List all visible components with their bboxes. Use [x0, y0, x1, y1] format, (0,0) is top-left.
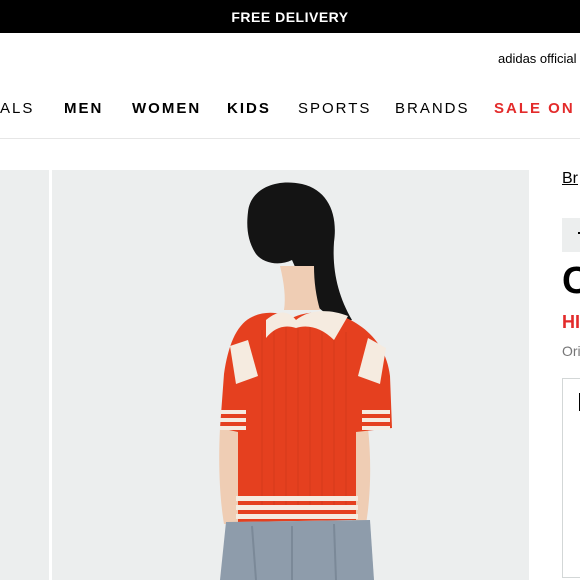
model-neck: [280, 266, 320, 310]
breadcrumb[interactable]: Br: [562, 170, 578, 188]
nav-item-kids[interactable]: KIDS: [227, 100, 271, 117]
nav-item-men[interactable]: MEN: [64, 100, 103, 117]
nav-item-deals[interactable]: ALS: [0, 100, 34, 117]
original-price: Ori: [562, 343, 580, 359]
utility-bar: adidas official: [0, 33, 580, 83]
promo-bar[interactable]: FREE DELIVERY: [0, 0, 580, 33]
main-nav: ALS MEN WOMEN KIDS SPORTS BRANDS SALE ON…: [0, 83, 580, 139]
nav-item-sports[interactable]: SPORTS: [298, 100, 371, 117]
product-main-image[interactable]: [52, 170, 529, 580]
promo-text: FREE DELIVERY: [231, 8, 349, 25]
product-info-panel: Br C HI Ori: [562, 170, 580, 580]
size-selector[interactable]: [562, 378, 580, 578]
nav-item-women[interactable]: WOMEN: [132, 100, 201, 117]
nav-item-brands[interactable]: BRANDS: [395, 100, 470, 117]
model-illustration: [219, 182, 392, 580]
product-tag: [562, 218, 580, 252]
nav-item-sale[interactable]: SALE ON S: [494, 100, 580, 117]
gallery-thumbnail-panel[interactable]: [0, 170, 49, 580]
product-title: C: [562, 260, 580, 302]
product-gallery: [0, 170, 530, 580]
sale-price: HI: [562, 312, 580, 332]
official-store-link[interactable]: adidas official: [498, 51, 577, 66]
model-hem-stripes: [236, 496, 358, 519]
model-jeans: [220, 520, 374, 580]
